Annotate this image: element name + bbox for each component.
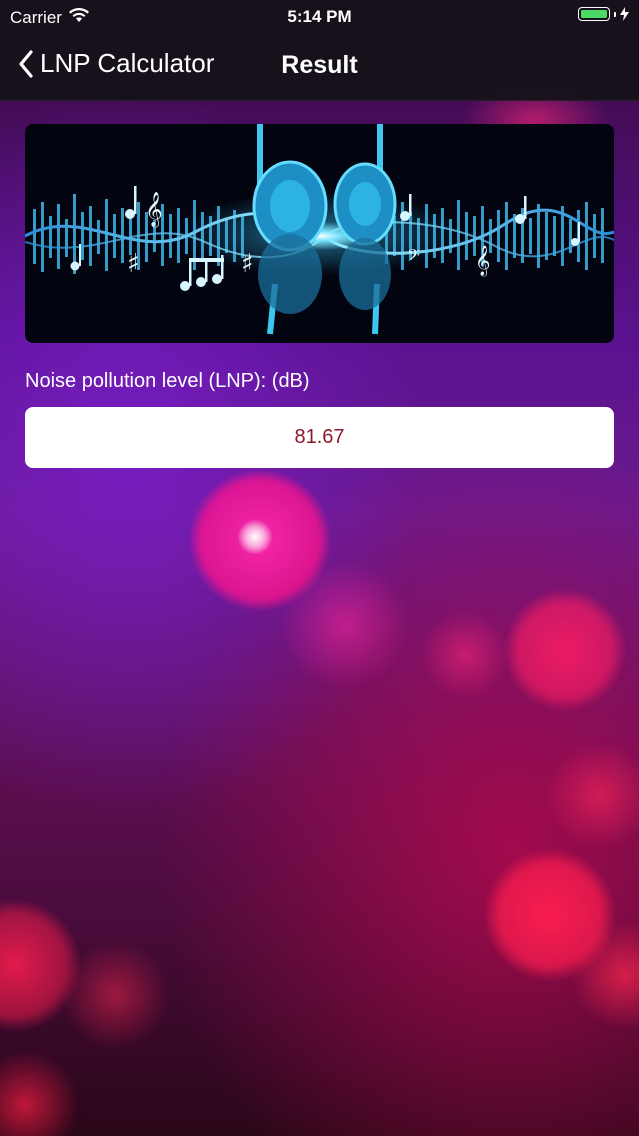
charging-bolt-icon xyxy=(620,7,629,21)
result-value-field: 81.67 xyxy=(25,407,614,468)
result-label: Noise pollution level (LNP): (dB) xyxy=(25,370,310,392)
navigation-bar: LNP Calculator Result xyxy=(0,34,639,101)
svg-text:𝄞: 𝄞 xyxy=(475,245,490,277)
page-title: Result xyxy=(281,51,358,79)
status-time: 5:14 PM xyxy=(287,7,352,26)
svg-text:♯: ♯ xyxy=(127,249,140,279)
banner-image: ♯ ♯ 𝄞 𝄞 𝄢 xyxy=(25,124,614,343)
result-value: 81.67 xyxy=(294,426,345,448)
svg-text:𝄢: 𝄢 xyxy=(407,245,420,269)
svg-text:𝄞: 𝄞 xyxy=(145,192,163,228)
status-bar: Carrier 5:14 PM xyxy=(0,0,639,34)
battery-charging-icon xyxy=(578,7,629,21)
svg-text:♯: ♯ xyxy=(241,249,254,279)
